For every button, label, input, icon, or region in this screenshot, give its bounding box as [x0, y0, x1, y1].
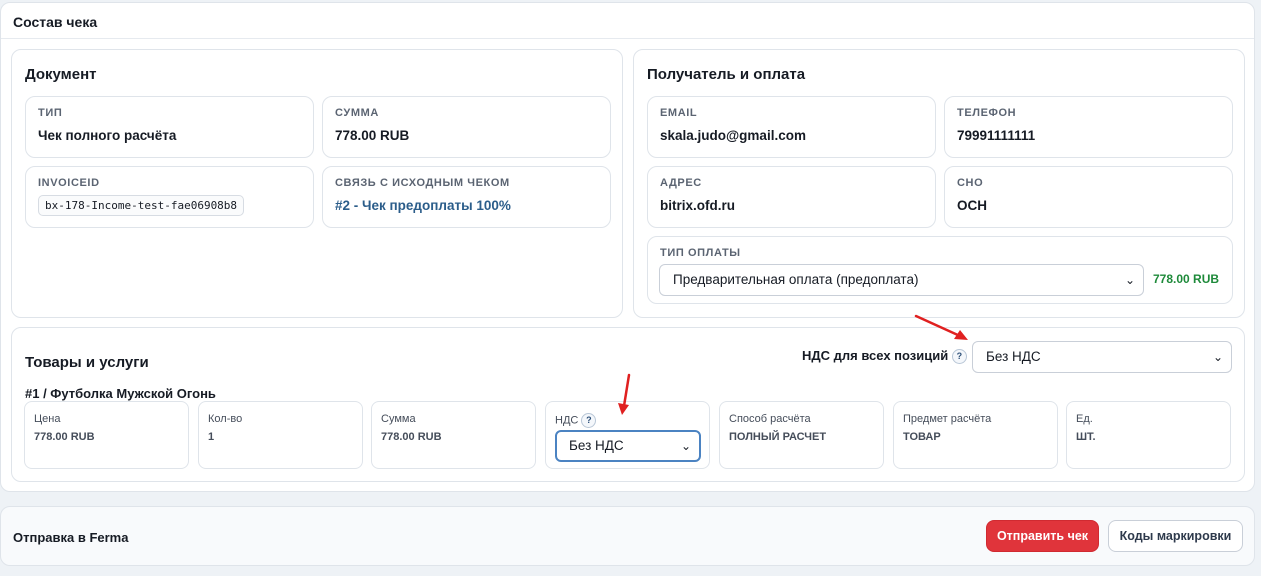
- sno-field: СНО ОСН: [944, 166, 1233, 228]
- address-field: АДРЕС bitrix.ofd.ru: [647, 166, 936, 228]
- invoice-id-value: bx-178-Income-test-fae06908b8: [38, 195, 245, 216]
- item-price-field: Цена 778.00 RUB: [24, 401, 189, 469]
- item-vat-label-text: НДС: [555, 414, 579, 427]
- item-qty-label: Кол-во: [208, 413, 243, 425]
- document-title: Документ: [25, 66, 97, 83]
- item-sum-value: 778.00 RUB: [381, 431, 442, 443]
- doc-sum-value: 778.00 RUB: [335, 128, 410, 143]
- item-method-value: ПОЛНЫЙ РАСЧЕТ: [729, 431, 827, 443]
- item-method-field: Способ расчёта ПОЛНЫЙ РАСЧЕТ: [719, 401, 884, 469]
- phone-value: 79991111111: [957, 128, 1036, 143]
- address-value: bitrix.ofd.ru: [660, 198, 735, 213]
- chevron-down-icon: ⌄: [680, 439, 691, 453]
- item-title: #1 / Футболка Мужской Огонь: [25, 386, 216, 401]
- document-card: Документ ТИП Чек полного расчёта СУММА 7…: [11, 49, 623, 318]
- vat-all-select[interactable]: Без НДС ⌄: [972, 341, 1232, 373]
- item-sum-label: Сумма: [381, 413, 416, 425]
- item-sum-field: Сумма 778.00 RUB: [371, 401, 536, 469]
- item-subject-value: ТОВАР: [903, 431, 941, 443]
- invoice-id-field: INVOICEID bx-178-Income-test-fae06908b8: [25, 166, 314, 228]
- red-arrow-annotation: [618, 373, 631, 415]
- payment-type-field: ТИП ОПЛАТЫ Предварительная оплата (предо…: [647, 236, 1233, 304]
- recipient-card: Получатель и оплата EMAIL skala.judo@gma…: [633, 49, 1245, 318]
- receipt-composition-panel: Состав чека Документ ТИП Чек полного рас…: [0, 2, 1255, 492]
- payment-amount: 778.00 RUB: [1153, 272, 1220, 286]
- address-label: АДРЕС: [660, 177, 702, 189]
- item-unit-value: ШТ.: [1076, 431, 1096, 443]
- vat-all-selected: Без НДС: [986, 349, 1041, 364]
- phone-label: ТЕЛЕФОН: [957, 107, 1017, 119]
- send-receipt-button[interactable]: Отправить чек: [986, 520, 1099, 552]
- email-label: EMAIL: [660, 107, 698, 119]
- source-receipt-link[interactable]: #2 - Чек предоплаты 100%: [335, 198, 511, 213]
- footer-title: Отправка в Ferma: [13, 530, 129, 545]
- payment-type-select[interactable]: Предварительная оплата (предоплата) ⌄: [659, 264, 1144, 296]
- panel-title: Состав чека: [1, 3, 1254, 39]
- item-unit-field: Ед. ШТ.: [1066, 401, 1231, 469]
- sno-value: ОСН: [957, 198, 987, 213]
- invoice-id-label: INVOICEID: [38, 177, 100, 189]
- help-icon[interactable]: ?: [581, 413, 597, 428]
- doc-sum-label: СУММА: [335, 107, 379, 119]
- email-value: skala.judo@gmail.com: [660, 128, 806, 143]
- item-price-value: 778.00 RUB: [34, 431, 95, 443]
- goods-title: Товары и услуги: [25, 354, 149, 371]
- item-vat-selected: Без НДС: [569, 438, 624, 453]
- doc-sum-field: СУММА 778.00 RUB: [322, 96, 611, 158]
- red-arrow-annotation: [914, 314, 968, 340]
- payment-type-selected: Предварительная оплата (предоплата): [673, 272, 919, 287]
- item-subject-field: Предмет расчёта ТОВАР: [893, 401, 1058, 469]
- doc-type-field: ТИП Чек полного расчёта: [25, 96, 314, 158]
- item-qty-value: 1: [208, 431, 215, 443]
- source-receipt-label: СВЯЗЬ С ИСХОДНЫМ ЧЕКОМ: [335, 177, 510, 189]
- doc-type-label: ТИП: [38, 107, 63, 119]
- source-receipt-field: СВЯЗЬ С ИСХОДНЫМ ЧЕКОМ #2 - Чек предопла…: [322, 166, 611, 228]
- marking-codes-button[interactable]: Коды маркировки: [1108, 520, 1243, 552]
- item-unit-label: Ед.: [1076, 413, 1093, 425]
- sno-label: СНО: [957, 177, 984, 189]
- email-field: EMAIL skala.judo@gmail.com: [647, 96, 936, 158]
- item-qty-field: Кол-во 1: [198, 401, 363, 469]
- doc-type-value: Чек полного расчёта: [38, 128, 177, 143]
- item-vat-label: НДС ?: [555, 413, 597, 428]
- chevron-down-icon: ⌄: [1124, 273, 1135, 287]
- item-method-label: Способ расчёта: [729, 413, 811, 425]
- item-price-label: Цена: [34, 413, 61, 425]
- payment-type-label: ТИП ОПЛАТЫ: [660, 247, 741, 259]
- chevron-down-icon: ⌄: [1212, 350, 1223, 364]
- item-subject-label: Предмет расчёта: [903, 413, 992, 425]
- phone-field: ТЕЛЕФОН 79991111111: [944, 96, 1233, 158]
- item-vat-select[interactable]: Без НДС ⌄: [555, 430, 701, 462]
- recipient-title: Получатель и оплата: [647, 66, 806, 83]
- send-footer: Отправка в Ferma Отправить чек Коды марк…: [0, 506, 1255, 566]
